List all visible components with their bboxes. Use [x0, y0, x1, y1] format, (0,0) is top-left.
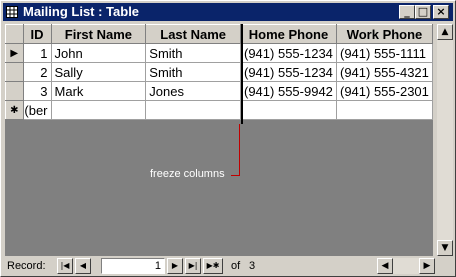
- record-selector[interactable]: [5, 62, 24, 82]
- last-record-icon[interactable]: ▶|: [185, 258, 201, 274]
- record-selector[interactable]: [5, 81, 24, 101]
- minimize-icon[interactable]: _: [399, 5, 415, 19]
- cell-id[interactable]: 3: [22, 81, 52, 101]
- cell-home-phone-new[interactable]: [240, 100, 337, 120]
- cell-first-name-new[interactable]: [50, 100, 147, 120]
- window-title: Mailing List : Table: [23, 4, 140, 19]
- cell-first-name[interactable]: Sally: [50, 62, 147, 82]
- new-record-nav-icon[interactable]: ▶✱: [203, 258, 223, 274]
- cell-work-phone[interactable]: (941) 555-2301: [335, 81, 433, 101]
- close-icon[interactable]: ×: [433, 5, 449, 19]
- scroll-up-icon[interactable]: ▲: [437, 24, 453, 40]
- cell-home-phone[interactable]: (941) 555-1234: [240, 43, 337, 63]
- cell-last-name[interactable]: Jones: [145, 81, 241, 101]
- vertical-scrollbar[interactable]: ▲ ▼: [437, 24, 453, 256]
- scroll-left-icon[interactable]: ◀: [377, 258, 393, 274]
- new-record-row[interactable]: ✱ ber): [5, 100, 433, 120]
- freeze-column-line: [241, 24, 243, 124]
- table-row[interactable]: 3 Mark Jones (941) 555-9942 (941) 555-23…: [5, 81, 433, 101]
- select-all-corner[interactable]: [5, 24, 24, 44]
- column-header-id[interactable]: ID: [22, 24, 52, 44]
- horizontal-scrollbar[interactable]: ◀ ▶: [377, 258, 435, 274]
- column-header-last-name[interactable]: Last Name: [145, 24, 241, 44]
- record-total: 3: [249, 260, 256, 272]
- current-record-icon[interactable]: ▶: [5, 43, 24, 63]
- cell-first-name[interactable]: John: [50, 43, 147, 63]
- title-bar[interactable]: Mailing List : Table _ □ ×: [3, 3, 453, 21]
- new-record-icon[interactable]: ✱: [5, 100, 24, 120]
- next-record-icon[interactable]: ▶: [167, 258, 183, 274]
- cell-work-phone[interactable]: (941) 555-1111: [335, 43, 433, 63]
- table-icon: [6, 6, 18, 18]
- column-header-work-phone[interactable]: Work Phone: [335, 24, 433, 44]
- table-row[interactable]: ▶ 1 John Smith (941) 555-1234 (941) 555-…: [5, 43, 433, 63]
- record-number-input[interactable]: 1: [101, 258, 165, 274]
- cell-home-phone[interactable]: (941) 555-1234: [240, 62, 337, 82]
- callout-line: [239, 124, 240, 176]
- cell-id[interactable]: 2: [22, 62, 52, 82]
- datasheet-area: ID First Name Last Name Home Phone Work …: [5, 24, 433, 256]
- table-window: Mailing List : Table _ □ × ID First Name…: [0, 0, 456, 277]
- cell-last-name[interactable]: Smith: [145, 43, 241, 63]
- cell-last-name-new[interactable]: [145, 100, 241, 120]
- scroll-down-icon[interactable]: ▼: [437, 240, 453, 256]
- record-label: Record:: [7, 260, 46, 272]
- header-row: ID First Name Last Name Home Phone Work …: [5, 24, 433, 44]
- cell-first-name[interactable]: Mark: [50, 81, 147, 101]
- first-record-icon[interactable]: |◀: [57, 258, 73, 274]
- cell-last-name[interactable]: Smith: [145, 62, 241, 82]
- record-navigation-bar: Record: |◀ ◀ 1 ▶ ▶| ▶✱ of 3 ◀ ▶: [3, 257, 453, 275]
- previous-record-icon[interactable]: ◀: [75, 258, 91, 274]
- column-header-first-name[interactable]: First Name: [50, 24, 147, 44]
- cell-work-phone-new[interactable]: [335, 100, 433, 120]
- cell-home-phone[interactable]: (941) 555-9942: [240, 81, 337, 101]
- callout-line-horizontal: [231, 175, 240, 176]
- record-of-label: of: [231, 260, 241, 272]
- datasheet-grid: ID First Name Last Name Home Phone Work …: [5, 24, 433, 120]
- column-header-home-phone[interactable]: Home Phone: [240, 24, 337, 44]
- cell-id[interactable]: 1: [22, 43, 52, 63]
- maximize-icon[interactable]: □: [415, 5, 431, 19]
- callout-label: freeze columns: [150, 168, 225, 180]
- scroll-right-icon[interactable]: ▶: [419, 258, 435, 274]
- cell-work-phone[interactable]: (941) 555-4321: [335, 62, 433, 82]
- cell-id-new[interactable]: ber): [22, 100, 52, 120]
- table-row[interactable]: 2 Sally Smith (941) 555-1234 (941) 555-4…: [5, 62, 433, 82]
